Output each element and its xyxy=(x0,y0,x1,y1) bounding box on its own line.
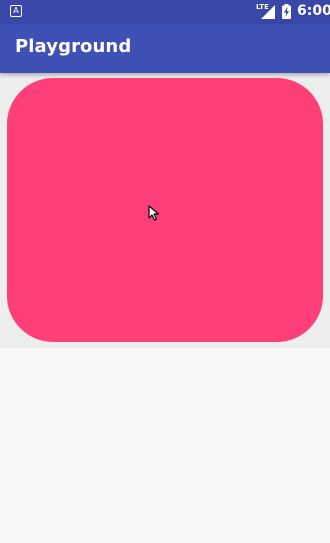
app-title: Playground xyxy=(15,36,132,57)
battery-charging-icon xyxy=(282,4,291,19)
app-bar: Playground xyxy=(0,24,330,73)
content-area xyxy=(0,73,330,348)
mouse-cursor-icon xyxy=(148,205,160,221)
cellular-signal-icon xyxy=(261,5,275,19)
rounded-pink-card[interactable] xyxy=(7,78,323,342)
status-bar: A LTE 6:00 xyxy=(0,0,330,24)
app-notification-icon: A xyxy=(10,5,22,17)
status-clock: 6:00 xyxy=(297,3,330,19)
empty-area xyxy=(0,348,330,543)
